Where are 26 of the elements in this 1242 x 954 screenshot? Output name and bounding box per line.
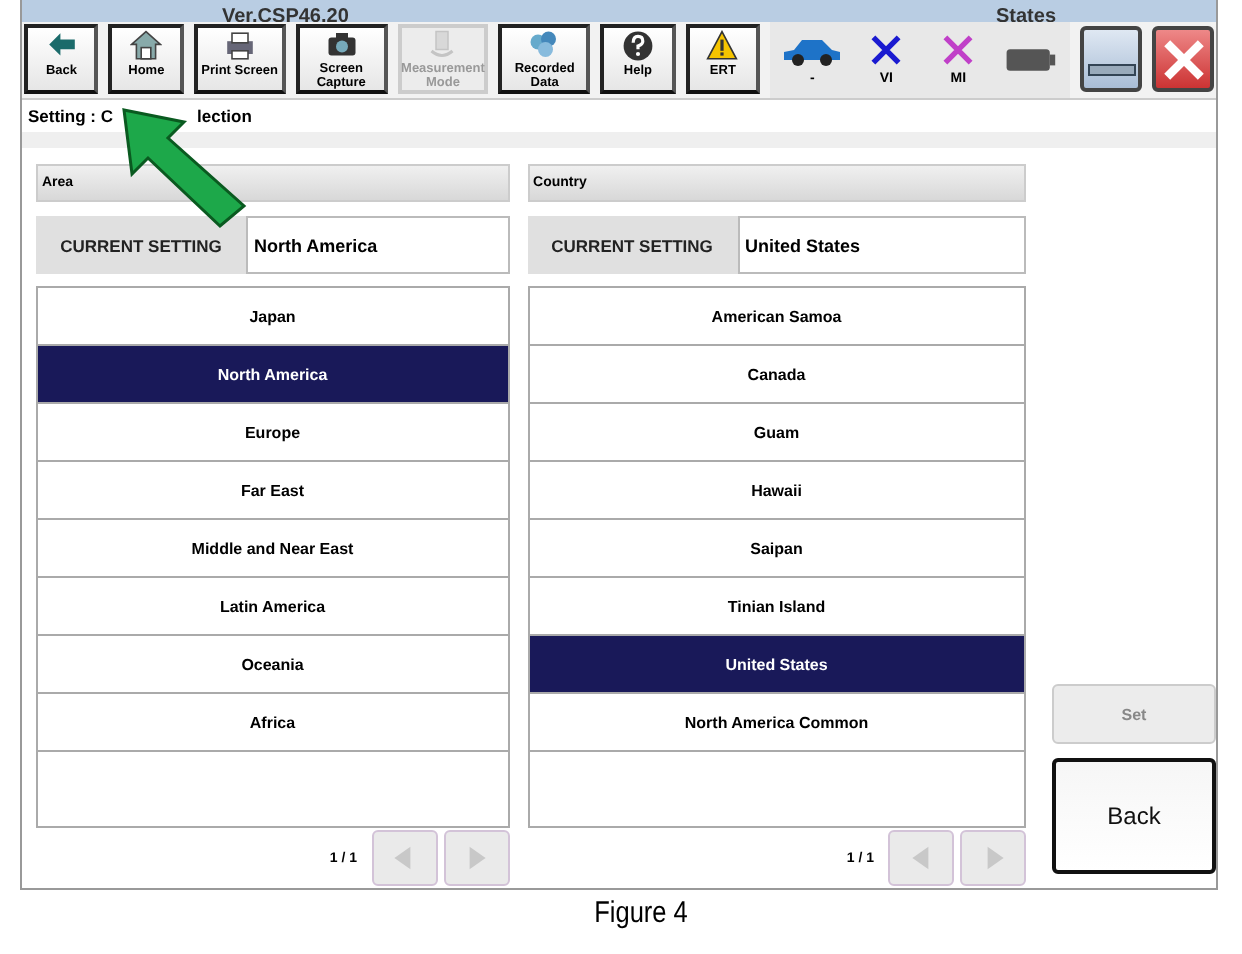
- meter-icon: [426, 30, 459, 61]
- list-item[interactable]: North America: [38, 346, 508, 404]
- action-button[interactable]: Back: [1052, 758, 1216, 874]
- figure-caption: Figure 4: [594, 896, 688, 930]
- current-setting-label: CURRENT SETTING: [58, 233, 224, 259]
- previous-page-button[interactable]: [371, 830, 438, 886]
- camera-icon: [325, 30, 358, 61]
- status-title: States: [995, 7, 1056, 22]
- list-item[interactable]: United States: [529, 636, 1024, 694]
- data-icon: [528, 30, 561, 61]
- current-setting-value: United States: [737, 216, 1026, 274]
- house-icon: [130, 30, 163, 63]
- screen-title: Setting : C: [28, 105, 113, 126]
- current-setting-value: North America: [246, 216, 510, 274]
- warning-icon: [706, 30, 739, 63]
- help-icon: [621, 30, 654, 63]
- pointer-arrow: [120, 106, 248, 230]
- next-page-button[interactable]: [443, 830, 510, 886]
- printer-icon: [223, 30, 256, 63]
- previous-page-button[interactable]: [888, 830, 954, 886]
- minimize-button[interactable]: [1080, 26, 1143, 93]
- next-page-button[interactable]: [960, 830, 1026, 886]
- screen-title: lection: [197, 105, 252, 126]
- close-button[interactable]: [1152, 26, 1215, 93]
- current-setting-label: CURRENT SETTING: [549, 233, 715, 259]
- version-text: Ver.CSP46.20: [222, 7, 349, 22]
